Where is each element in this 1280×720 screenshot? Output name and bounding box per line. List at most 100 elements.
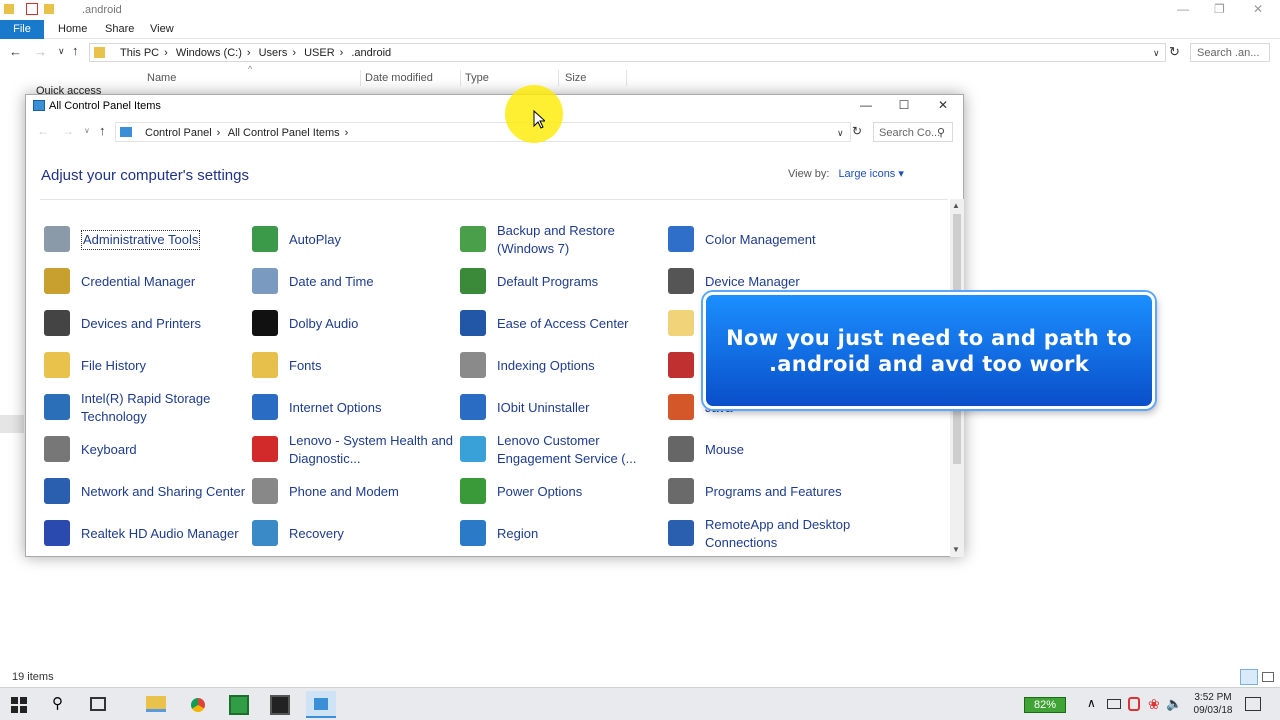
volume-icon[interactable]: 🔈 [1166, 696, 1186, 716]
control-panel-item[interactable]: File History [44, 346, 244, 386]
battery-indicator[interactable]: 82% [1024, 697, 1066, 713]
search-icon[interactable]: ⚲ [52, 694, 72, 714]
control-panel-item[interactable]: Network and Sharing Center [44, 472, 245, 512]
control-panel-item[interactable]: Programs and Features [668, 472, 868, 512]
clock[interactable]: 3:52 PM 09/03/18 [1188, 691, 1238, 717]
control-panel-item-label: Backup and Restore (Windows 7) [497, 223, 615, 256]
minimize-icon[interactable]: — [1177, 2, 1189, 16]
crumb[interactable]: This PC [120, 47, 159, 59]
up-icon[interactable]: ↑ [99, 123, 106, 138]
control-panel-item[interactable]: AutoPlay [252, 220, 452, 260]
back-icon[interactable]: ← [37, 124, 49, 138]
file-explorer-icon[interactable] [146, 696, 166, 712]
camtasia-recorder-icon[interactable] [270, 695, 290, 715]
tab-file[interactable]: File [0, 20, 44, 39]
control-panel-item[interactable]: Lenovo - System Health and Diagnostic... [252, 430, 453, 470]
control-panel-item-label: Dolby Audio [289, 316, 359, 331]
control-panel-title-bar[interactable]: All Control Panel Items — ☐ ✕ [26, 95, 963, 117]
tab-view[interactable]: View [140, 20, 184, 39]
crumb[interactable]: Windows (C:) [176, 47, 242, 59]
camtasia-icon[interactable] [229, 695, 249, 715]
scroll-up-icon[interactable]: ▲ [952, 201, 960, 210]
control-panel-item[interactable]: Realtek HD Audio Manager [44, 514, 244, 554]
control-panel-item[interactable]: Recovery [252, 514, 452, 554]
explorer-path-box[interactable]: This PC › Windows (C:) › Users › USER › .and… [89, 43, 1166, 62]
app-tray-icon[interactable] [1128, 697, 1140, 711]
control-panel-path-box[interactable]: Control Panel › All Control Panel Items › … [115, 122, 851, 142]
control-panel-item-label: Lenovo - System Health and Diagnostic... [289, 433, 454, 466]
control-panel-item[interactable]: Dolby Audio [252, 304, 452, 344]
control-panel-item[interactable]: Phone and Modem [252, 472, 452, 512]
column-name[interactable]: Name [147, 72, 176, 84]
chevron-down-icon[interactable]: ∨ [837, 128, 844, 139]
battery-icon[interactable] [1107, 699, 1121, 709]
windows-start-icon[interactable] [11, 697, 31, 717]
crumb[interactable]: Users [259, 47, 288, 59]
chevron-up-icon[interactable]: ∧ [1087, 696, 1107, 716]
chrome-icon[interactable] [188, 695, 208, 715]
sort-icon: ^ [248, 64, 253, 74]
explorer-search-input[interactable]: Search .an... [1190, 43, 1270, 62]
control-panel-item[interactable]: Lenovo Customer Engagement Service (... [460, 430, 660, 470]
up-icon[interactable]: ↑ [72, 43, 79, 58]
view-by-dropdown[interactable]: Large icons ▾ [838, 168, 903, 180]
control-panel-item-label: RemoteApp and Desktop Connections [705, 517, 851, 550]
task-view-icon[interactable] [90, 697, 106, 711]
control-panel-item[interactable]: Default Programs [460, 262, 660, 302]
recent-locations-icon[interactable]: ∨ [84, 126, 90, 135]
large-icons-view-icon[interactable] [1262, 672, 1274, 682]
column-type[interactable]: Type [465, 72, 489, 84]
nav-pane-selected[interactable] [0, 415, 24, 433]
chevron-down-icon[interactable]: ∨ [1153, 48, 1160, 59]
forward-icon[interactable]: → [62, 124, 74, 138]
view-by-value: Large icons [838, 168, 896, 180]
close-icon[interactable]: ✕ [1253, 2, 1263, 16]
control-panel-item[interactable]: Intel(R) Rapid Storage Technology [44, 388, 244, 428]
new-folder-icon[interactable] [44, 4, 54, 14]
crumb[interactable]: All Control Panel Items [228, 127, 340, 139]
control-panel-item[interactable]: Devices and Printers [44, 304, 244, 344]
column-size[interactable]: Size [565, 72, 586, 84]
action-center-icon[interactable] [1245, 697, 1261, 711]
view-by: View by: Large icons ▾ [788, 167, 904, 180]
control-panel-item[interactable]: Keyboard [44, 430, 244, 470]
refresh-icon[interactable]: ↻ [1169, 44, 1180, 60]
forward-icon[interactable]: → [34, 44, 47, 59]
search-icon[interactable]: ⚲ [937, 126, 945, 139]
back-icon[interactable]: ← [9, 44, 22, 59]
lenovo-tray-icon[interactable]: ❀ [1148, 696, 1168, 716]
control-panel-item[interactable]: Internet Options [252, 388, 452, 428]
control-panel-item[interactable]: Power Options [460, 472, 660, 512]
details-view-icon[interactable] [1240, 669, 1258, 685]
refresh-icon[interactable]: ↻ [852, 124, 862, 138]
recent-locations-icon[interactable]: ∨ [58, 46, 65, 57]
properties-icon[interactable] [26, 3, 38, 15]
intel-rst-icon [44, 394, 70, 420]
crumb[interactable]: USER [304, 47, 335, 59]
control-panel-item[interactable]: Mouse [668, 430, 868, 470]
crumb[interactable]: Control Panel [145, 127, 212, 139]
close-icon[interactable]: ✕ [928, 98, 958, 112]
control-panel-item[interactable]: Credential Manager [44, 262, 244, 302]
control-panel-item[interactable]: Fonts [252, 346, 452, 386]
restore-icon[interactable]: ❐ [1214, 2, 1225, 16]
scroll-down-icon[interactable]: ▼ [952, 545, 960, 554]
control-panel-item[interactable]: Administrative Tools [44, 220, 244, 260]
control-panel-item[interactable]: RemoteApp and Desktop Connections [668, 514, 868, 554]
control-panel-item[interactable]: Color Management [668, 220, 868, 260]
printer-icon [44, 310, 70, 336]
control-panel-item[interactable]: Backup and Restore (Windows 7) [460, 220, 660, 260]
tab-share[interactable]: Share [95, 20, 144, 39]
tab-home[interactable]: Home [48, 20, 97, 39]
crumb[interactable]: .android [351, 47, 391, 59]
control-panel-item[interactable]: Date and Time [252, 262, 452, 302]
control-panel-item[interactable]: Ease of Access Center [460, 304, 660, 344]
maximize-icon[interactable]: ☐ [889, 98, 919, 112]
control-panel-search-input[interactable]: Search Co... ⚲ [873, 122, 953, 142]
control-panel-item[interactable]: IObit Uninstaller [460, 388, 660, 428]
minimize-icon[interactable]: — [851, 98, 881, 112]
control-panel-item[interactable]: Region [460, 514, 660, 554]
control-panel-item[interactable]: Indexing Options [460, 346, 660, 386]
column-date[interactable]: Date modified [365, 72, 433, 84]
explorer-window-title: .android [82, 4, 122, 16]
